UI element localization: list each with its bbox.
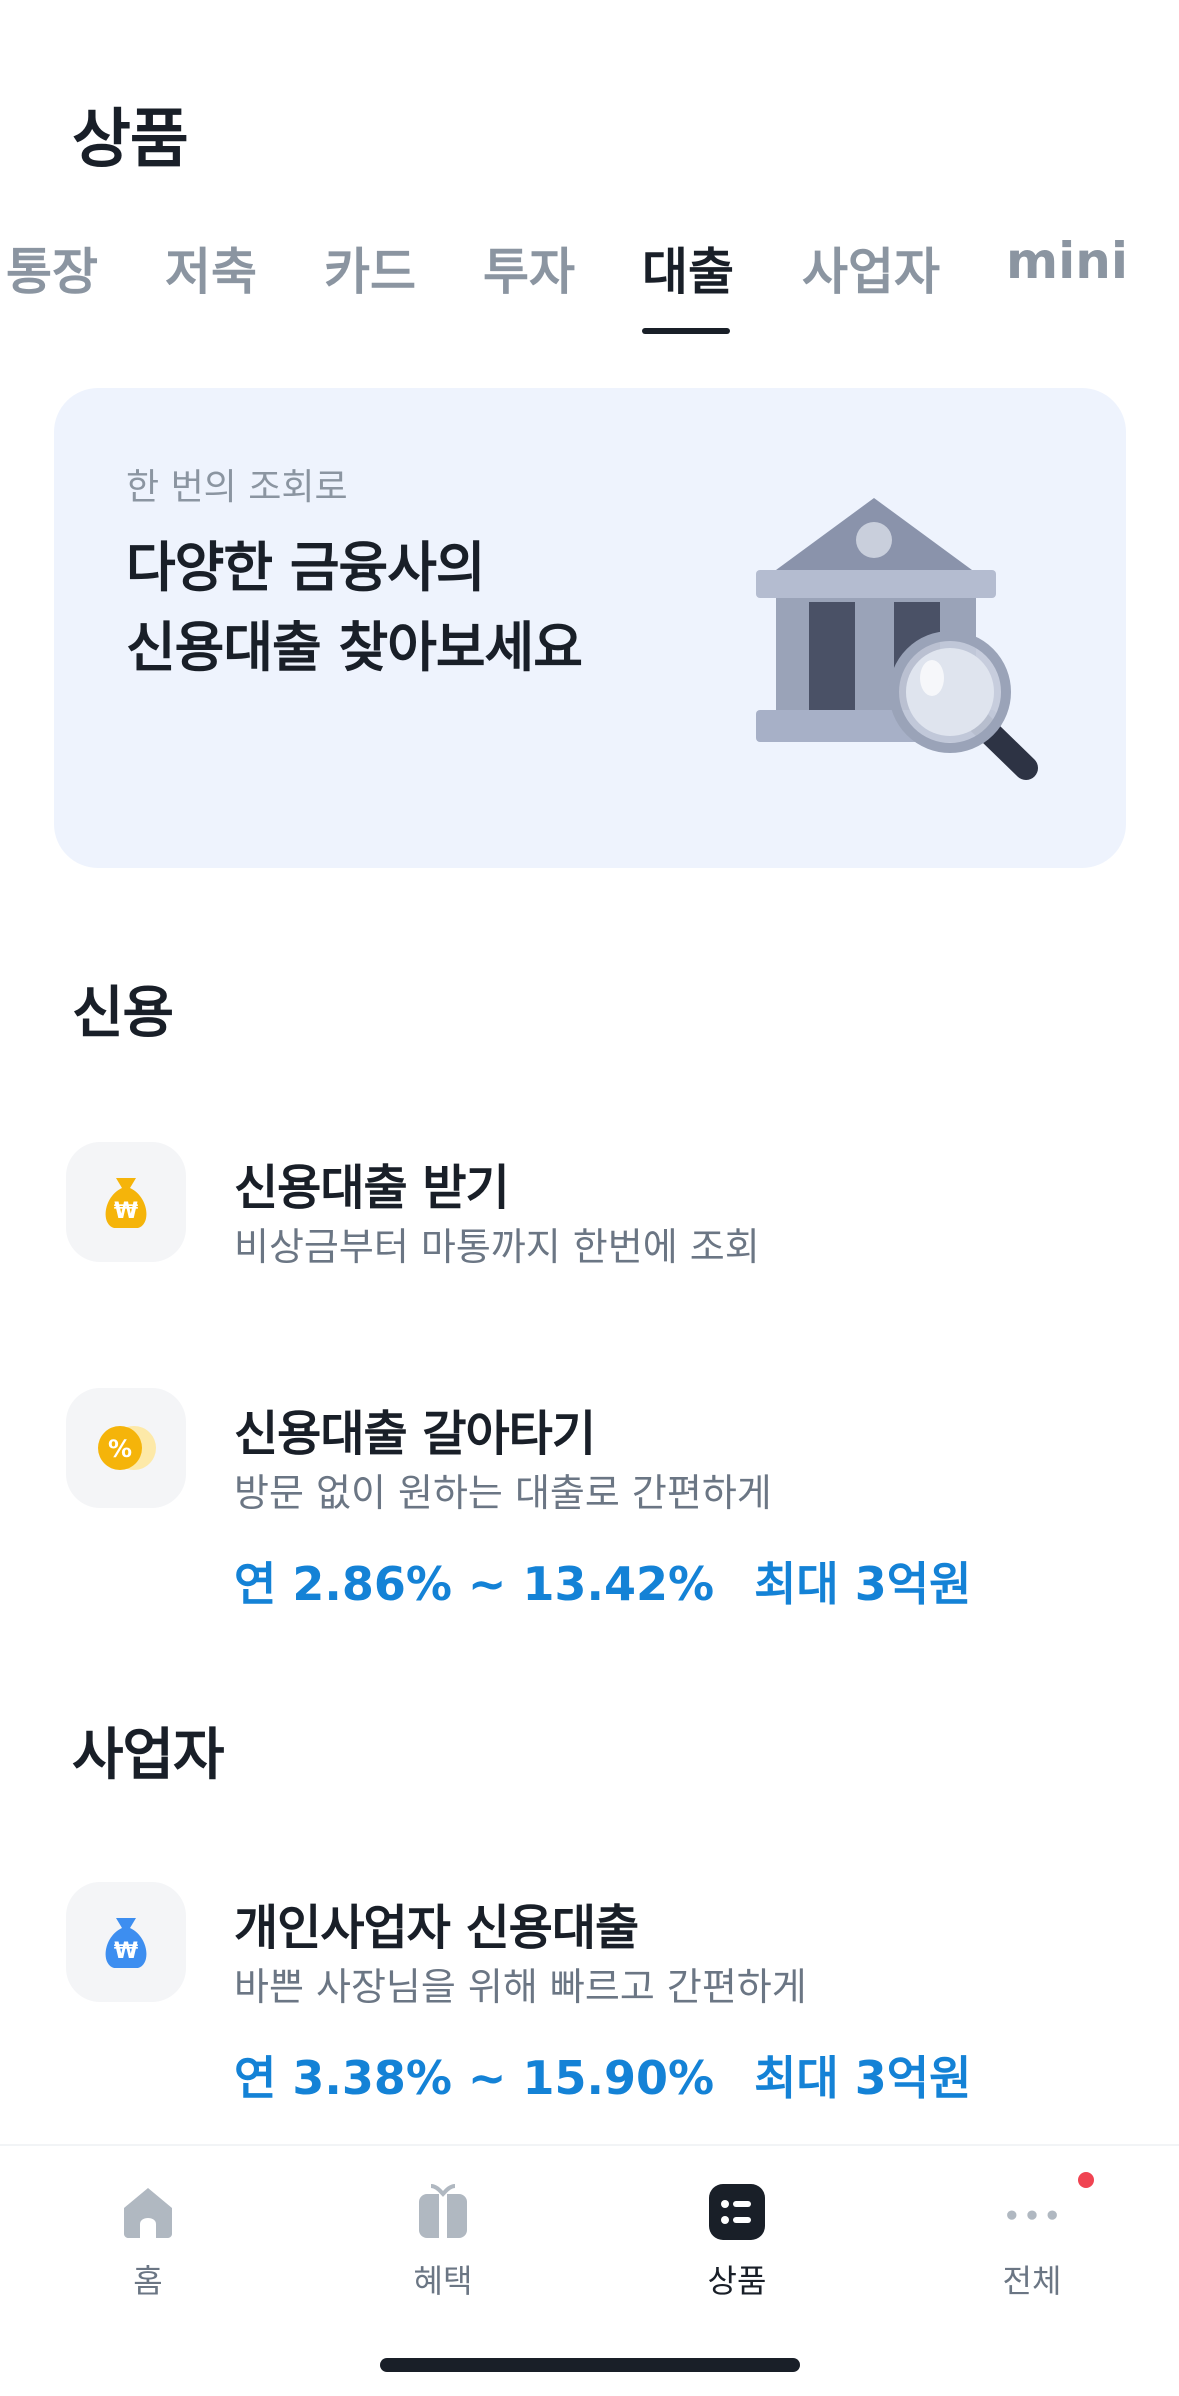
product-list-icon (709, 2184, 765, 2240)
banner-title: 다양한 금융사의 신용대출 찾아보세요 (126, 528, 583, 688)
item-description: 방문 없이 원하는 대출로 간편하게 (234, 1471, 772, 1515)
nav-benefits[interactable]: 혜택 (343, 2172, 543, 2302)
tab-mini[interactable]: mini (1006, 232, 1128, 290)
loan-limit: 최대 3억원 (754, 1557, 972, 1611)
svg-text:%: % (108, 1435, 132, 1463)
nav-products[interactable]: 상품 (637, 2172, 837, 2302)
banner-title-line2: 신용대출 찾아보세요 (126, 616, 583, 679)
money-bag-won-icon: ₩ (66, 1142, 186, 1262)
tab-loan[interactable]: 대출 (642, 232, 734, 304)
home-indicator (380, 2358, 800, 2372)
section-title-credit: 신용 (72, 981, 174, 1046)
tab-business[interactable]: 사업자 (802, 232, 940, 304)
nav-home[interactable]: 홈 (48, 2172, 248, 2302)
item-title: 개인사업자 신용대출 (234, 1900, 639, 1956)
credit-loan-search-banner[interactable]: 한 번의 조회로 다양한 금융사의 신용대출 찾아보세요 (54, 388, 1126, 868)
item-title: 신용대출 받기 (234, 1160, 510, 1216)
nav-label: 홈 (133, 2262, 163, 2300)
active-tab-indicator (642, 328, 730, 334)
more-dots-icon (1004, 2184, 1060, 2240)
bank-search-icon (756, 498, 1038, 780)
nav-label: 혜택 (413, 2262, 473, 2300)
category-tabs: 통장 저축 카드 투자 대출 사업자 mini (0, 222, 1179, 334)
tab-card[interactable]: 카드 (324, 232, 416, 304)
nav-label: 전체 (1002, 2262, 1062, 2300)
item-description: 바쁜 사장님을 위해 빠르고 간편하게 (234, 1965, 807, 2009)
nav-all[interactable]: 전체 (932, 2172, 1132, 2302)
money-bag-won-icon: ₩ (66, 1882, 186, 2002)
interest-rate: 연 2.86% ~ 13.42% (234, 1557, 715, 1611)
gift-icon (415, 2184, 471, 2240)
percent-coin-icon: % (66, 1388, 186, 1508)
nav-label: 상품 (707, 2262, 767, 2300)
tab-invest[interactable]: 투자 (483, 232, 575, 304)
tab-account[interactable]: 통장 (6, 232, 98, 304)
list-item-credit-loan-refinance[interactable]: % 신용대출 갈아타기 방문 없이 원하는 대출로 간편하게 연 2.86% ~… (66, 1388, 1126, 1628)
item-description: 비상금부터 마통까지 한번에 조회 (234, 1225, 760, 1269)
banner-subtitle: 한 번의 조회로 (126, 467, 348, 508)
svg-text:₩: ₩ (114, 1199, 138, 1224)
page-title: 상품 (72, 103, 189, 177)
home-icon (120, 2184, 176, 2240)
item-title: 신용대출 갈아타기 (234, 1406, 596, 1462)
item-rate-info: 연 2.86% ~ 13.42% 최대 3억원 (234, 1548, 971, 1614)
notification-dot (1078, 2172, 1094, 2188)
section-title-business: 사업자 (72, 1723, 225, 1788)
list-item-credit-loan[interactable]: ₩ 신용대출 받기 비상금부터 마통까지 한번에 조회 (66, 1142, 1126, 1282)
item-rate-info: 연 3.38% ~ 15.90% 최대 3억원 (234, 2042, 971, 2108)
banner-title-line1: 다양한 금융사의 (126, 536, 486, 599)
interest-rate: 연 3.38% ~ 15.90% (234, 2051, 715, 2105)
loan-limit: 최대 3억원 (754, 2051, 972, 2105)
list-item-business-credit-loan[interactable]: ₩ 개인사업자 신용대출 바쁜 사장님을 위해 빠르고 간편하게 연 3.38%… (66, 1882, 1126, 2122)
tab-savings[interactable]: 저축 (165, 232, 257, 304)
svg-text:₩: ₩ (114, 1939, 138, 1964)
